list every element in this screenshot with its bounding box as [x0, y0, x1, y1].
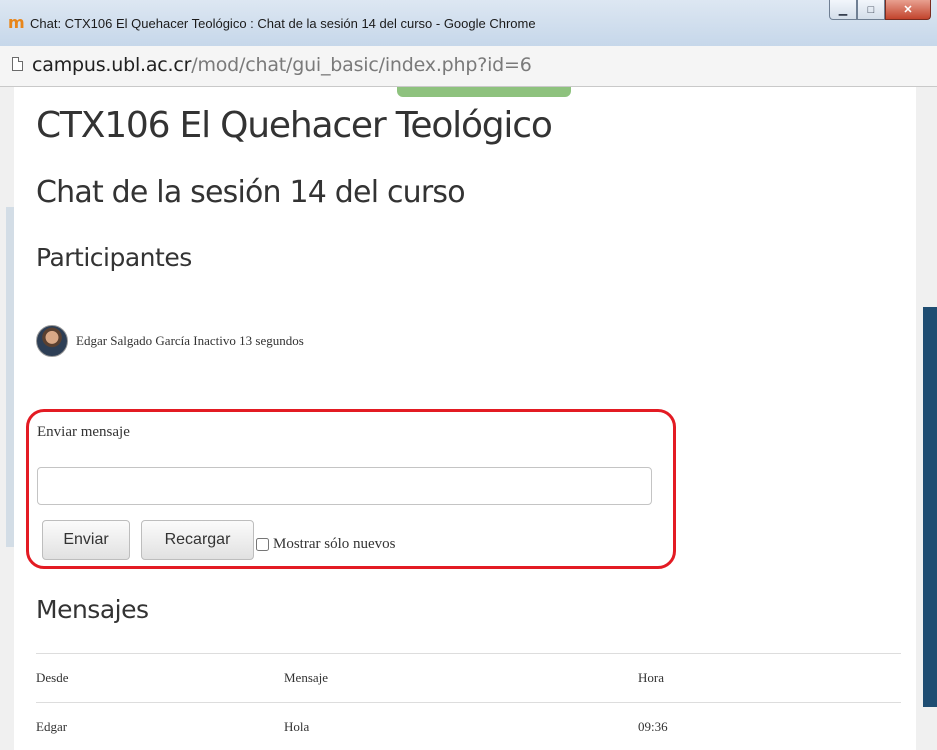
reload-button[interactable]: Recargar: [141, 520, 254, 560]
address-bar[interactable]: campus.ubl.ac.cr/mod/chat/gui_basic/inde…: [0, 46, 937, 87]
only-new-checkbox[interactable]: [256, 538, 269, 551]
moodle-icon: m: [8, 13, 25, 32]
chat-title: Chat de la sesión 14 del curso: [36, 175, 466, 210]
only-new-label: Mostrar sólo nuevos: [273, 536, 396, 552]
url-text[interactable]: campus.ubl.ac.cr/mod/chat/gui_basic/inde…: [32, 54, 532, 76]
close-button[interactable]: ✕: [885, 0, 931, 20]
maximize-button[interactable]: □: [857, 0, 885, 20]
only-new-option[interactable]: Mostrar sólo nuevos: [256, 536, 396, 553]
url-path: /mod/chat/gui_basic/index.php?id=6: [191, 54, 532, 76]
left-edge-accent: [6, 207, 14, 547]
column-header-from: Desde: [36, 653, 284, 703]
minimize-button[interactable]: ▁: [829, 0, 857, 20]
window-title: Chat: CTX106 El Quehacer Teológico : Cha…: [30, 16, 536, 31]
content-frame: CTX106 El Quehacer Teológico Chat de la …: [14, 87, 916, 750]
participant-name: Edgar Salgado García Inactivo 13 segundo…: [76, 333, 304, 348]
participant-item: Edgar Salgado García Inactivo 13 segundo…: [36, 325, 304, 357]
message-from: Edgar: [36, 702, 284, 750]
top-tab-indicator: [397, 87, 571, 97]
table-row: Edgar Hola 09:36: [36, 702, 901, 750]
column-header-time: Hora: [638, 653, 901, 703]
send-message-label: Enviar mensaje: [37, 424, 130, 440]
messages-heading: Mensajes: [36, 595, 149, 624]
course-title: CTX106 El Quehacer Teológico: [36, 105, 553, 146]
page-viewport: CTX106 El Quehacer Teológico Chat de la …: [0, 87, 937, 750]
url-host: campus.ubl.ac.cr: [32, 54, 192, 76]
send-button[interactable]: Enviar: [42, 520, 130, 560]
message-input[interactable]: [37, 467, 652, 505]
page-icon: [12, 57, 23, 71]
message-text: Hola: [284, 702, 638, 750]
right-side-panel: [923, 307, 937, 707]
messages-table: Desde Mensaje Hora Edgar Hola 09:36: [36, 653, 901, 750]
table-header-row: Desde Mensaje Hora: [36, 653, 901, 703]
participants-heading: Participantes: [36, 243, 192, 272]
message-time: 09:36: [638, 702, 901, 750]
avatar[interactable]: [36, 325, 68, 357]
window-titlebar: m Chat: CTX106 El Quehacer Teológico : C…: [0, 0, 937, 46]
column-header-message: Mensaje: [284, 653, 638, 703]
window-controls: ▁ □ ✕: [829, 0, 931, 22]
